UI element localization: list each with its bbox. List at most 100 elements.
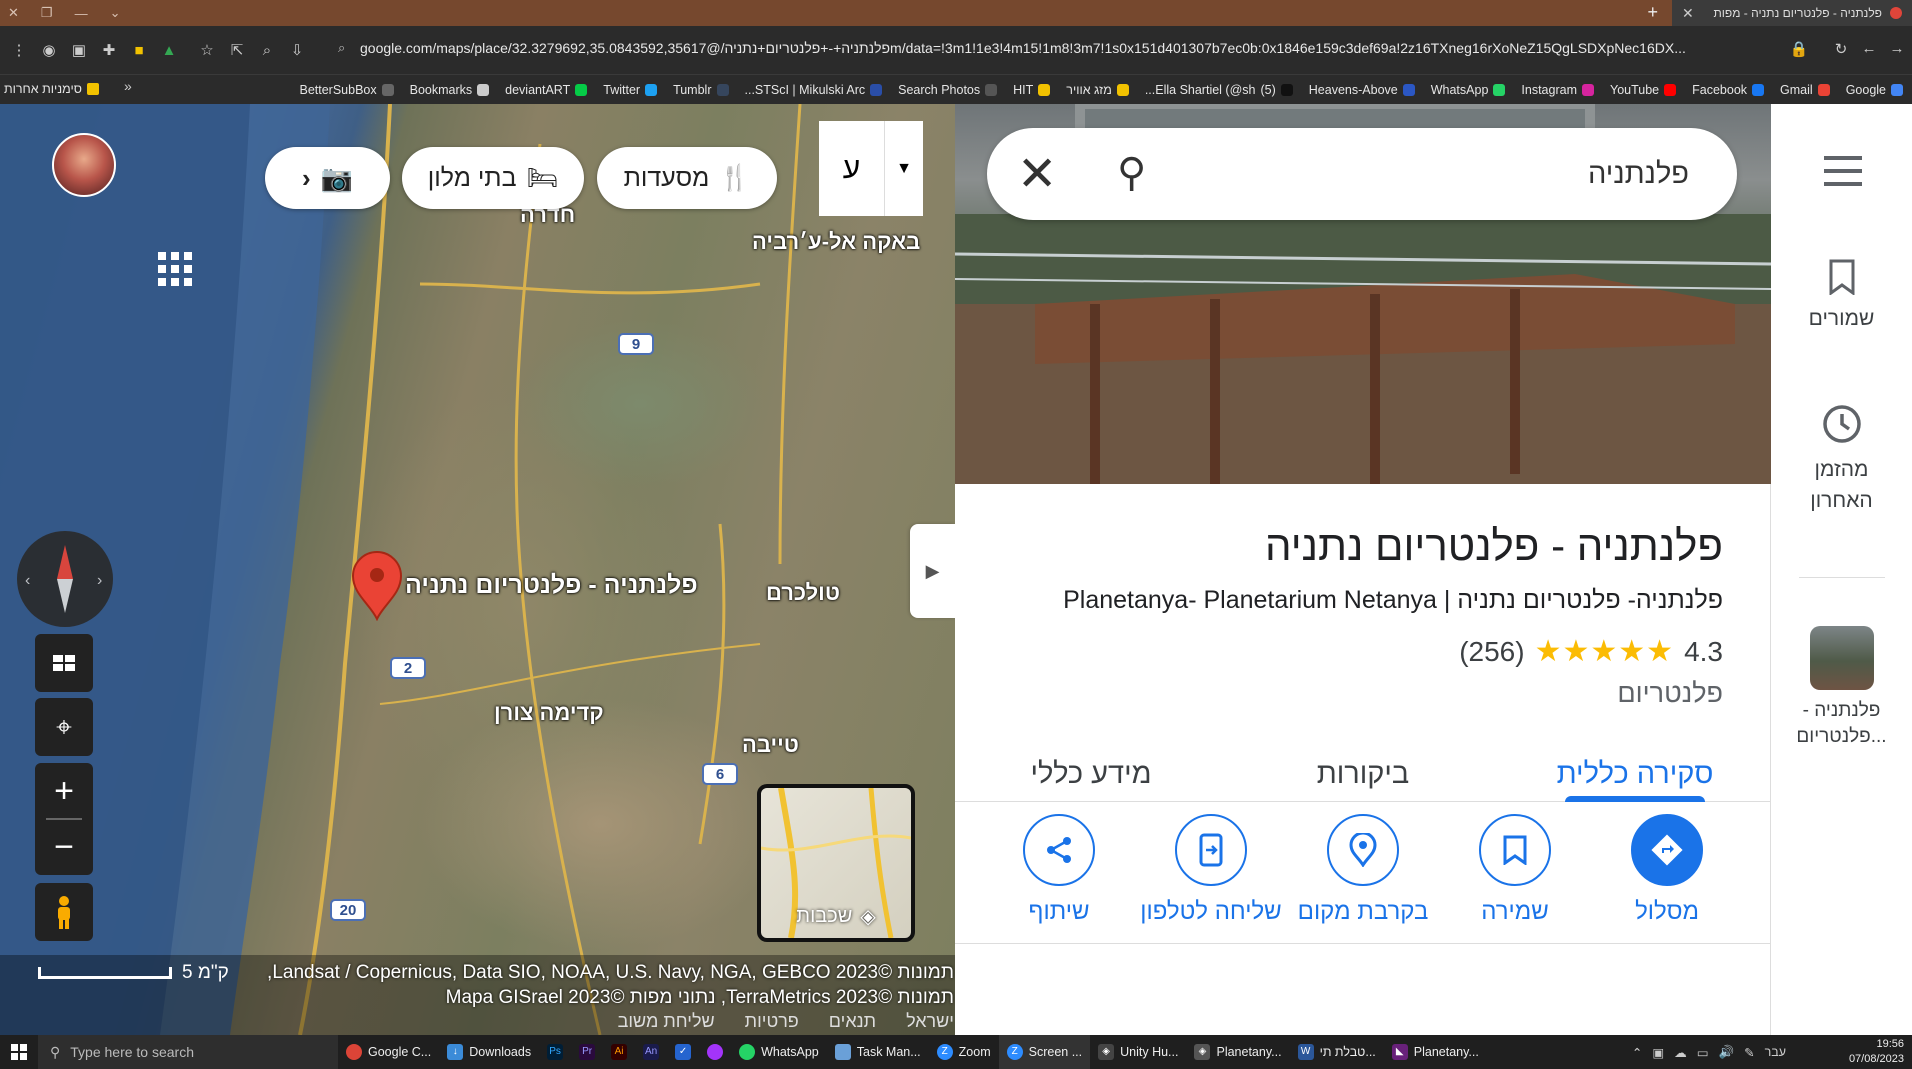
bookmark-item[interactable]: Facebook [1687,83,1769,97]
zoom-out-button[interactable]: − [54,820,74,874]
avatar[interactable] [52,133,116,197]
volume-icon[interactable]: 🔊 [1719,1045,1735,1060]
bookmark-item[interactable]: YouTube [1605,83,1681,97]
place-photo[interactable]: ✕ ⚲ [955,104,1771,484]
taskbar-zoom[interactable]: Z Zoom [929,1035,999,1069]
rail-recent-place[interactable]: פלנתניה - פלנטריום... [1771,626,1912,750]
country-link[interactable]: ישראל [906,1011,954,1032]
chip-restaurants[interactable]: 🍴 מסעדות [597,147,777,209]
rating-row[interactable]: 4.3 ★★★★★ (256) [1459,634,1723,669]
taskbar-zoom-screen[interactable]: Z Screen ... [998,1035,1091,1069]
more-bookmarks-icon[interactable]: » [124,78,132,94]
url-field[interactable]: google.com/maps/place/פלנתניה+-+פלנטריום… [360,40,1770,56]
clear-search-icon[interactable]: ✕ [1017,146,1057,202]
chevron-left-icon[interactable]: ‹ [302,163,311,194]
bookmark-item[interactable]: Google [1841,83,1908,97]
bookmark-item[interactable]: STScI | Mikulski Arc... [740,83,888,97]
tab-overview[interactable]: סקירה כללית [1499,734,1771,801]
tray-chevron-icon[interactable]: ⌃ [1632,1045,1642,1060]
onedrive-icon[interactable]: ☁ [1674,1045,1687,1060]
compass-icon[interactable]: ‹ › [17,531,113,627]
bookmark-item[interactable]: Instagram [1516,83,1599,97]
bookmark-item[interactable]: deviantART [500,83,592,97]
extension-yellow-icon[interactable]: ■ [124,42,154,59]
close-window-icon[interactable]: ✕ [8,5,19,21]
bookmark-item[interactable]: Tumblr [668,83,733,97]
puzzle-icon[interactable]: ✚ [94,41,124,59]
taskbar-downloads[interactable]: ↓ Downloads [439,1035,539,1069]
review-count[interactable]: (256) [1459,636,1524,668]
place-category[interactable]: פלנטריום [1617,678,1723,709]
share-icon[interactable]: ⇱ [222,41,252,59]
bookmark-item[interactable]: WhatsApp [1426,83,1511,97]
taskbar-word[interactable]: W טבלת תי... [1290,1035,1384,1069]
tab-about[interactable]: מידע כללי [955,734,1227,801]
menu-dots-icon[interactable]: ⋮ [4,41,34,59]
tray-app-icon[interactable]: ▣ [1652,1045,1664,1060]
taskbar-whatsapp[interactable]: WhatsApp [731,1035,827,1069]
restore-window-icon[interactable]: ❐ [41,5,53,21]
other-bookmarks[interactable]: סימניות אחרות [4,74,99,104]
taskbar-messenger[interactable] [699,1035,731,1069]
send-to-phone-button[interactable]: שליחה לטלפון [1140,814,1282,943]
layers-toggle[interactable]: ◈ שכבות [757,784,915,942]
taskbar-unity-project[interactable]: ◈ Planetany... [1186,1035,1289,1069]
install-icon[interactable]: ⇩ [282,41,312,59]
forward-icon[interactable]: → [1882,40,1912,57]
privacy-link[interactable]: פרטיות [745,1011,799,1032]
taskbar-photoshop[interactable]: Ps [539,1035,571,1069]
back-icon[interactable]: ← [1854,40,1884,57]
nearby-button[interactable]: בקרבת מקום [1293,814,1433,943]
taskbar-chrome[interactable]: Google C... [338,1035,439,1069]
my-location-button[interactable]: ⌖ [35,698,93,756]
network-icon[interactable]: ▭ [1697,1045,1709,1060]
bookmark-item[interactable]: Twitter [598,83,662,97]
taskbar-todo[interactable]: ✓ [667,1035,699,1069]
start-button[interactable] [0,1035,38,1069]
bookmark-item[interactable]: Bookmarks [405,83,495,97]
taskbar-premiere[interactable]: Pr [571,1035,603,1069]
taskbar-visual-studio[interactable]: ◣ Planetany... [1384,1035,1487,1069]
layers-grid-button[interactable] [35,634,93,692]
search-icon[interactable]: ⚲ [1117,150,1146,196]
apps-grid-icon[interactable] [158,252,192,286]
bookmark-item[interactable]: Gmail [1775,83,1835,97]
taskbar-task-manager[interactable]: Task Man... [827,1035,929,1069]
taskbar-animate[interactable]: An [635,1035,667,1069]
share-button[interactable]: שיתוף [989,814,1129,943]
bookmark-star-icon[interactable]: ☆ [192,41,222,59]
camera-icon[interactable]: 📷 [321,163,353,194]
bookmark-item[interactable]: Search Photos [893,83,1002,97]
dropdown-arrow-icon[interactable]: ▼ [885,121,923,216]
rail-recent[interactable]: מהזמן האחרון [1771,402,1912,516]
bookmark-item[interactable]: (5) Ella Shartiel (@sh... [1140,83,1298,97]
save-button[interactable]: שמירה [1445,814,1585,943]
drive-icon[interactable]: ▲ [154,42,184,59]
language-indicator[interactable]: עבר [1765,1045,1786,1059]
new-tab-button[interactable]: + [1647,2,1658,22]
system-tray[interactable]: ⌃ ▣ ☁ ▭ 🔊 ✎ עבר [1624,1035,1794,1069]
terms-link[interactable]: תנאים [829,1011,876,1032]
taskbar-unity-hub[interactable]: ◈ Unity Hu... [1090,1035,1186,1069]
scale-bar[interactable]: 5 ק"מ [38,962,229,984]
rail-saved[interactable]: שמורים [1771,259,1912,334]
chip-more[interactable]: ע ▼ [819,121,923,216]
reload-icon[interactable]: ↻ [1826,40,1856,58]
tab-reviews[interactable]: ביקורות [1227,734,1499,801]
chip-scroll-and-photos[interactable]: 📷 ‹ [265,147,390,209]
taskbar-clock[interactable]: 19:56 07/08/2023 [1849,1037,1904,1067]
extension-icon[interactable]: ◉ [34,41,64,59]
tab-list-icon[interactable]: ⌄ [110,5,121,21]
feedback-link[interactable]: שליחת משוב [618,1011,715,1032]
pegman-button[interactable] [35,883,93,941]
map-pin-icon[interactable] [350,549,404,621]
close-tab-icon[interactable]: ✕ [1682,5,1694,22]
taskbar-search[interactable]: ⚲ Type here to search [38,1035,338,1069]
hamburger-menu-icon[interactable] [1824,156,1862,186]
pen-icon[interactable]: ✎ [1744,1045,1754,1060]
bookmark-item[interactable]: Heavens-Above [1304,83,1420,97]
bookmark-folder[interactable]: מזג אוויר [1061,83,1134,97]
chip-hotels[interactable]: 🛏 בתי מלון [402,147,584,209]
tab-maps[interactable]: פלנתניה - פלנטריום נתניה - מפות ✕ [1672,0,1912,26]
directions-button[interactable]: מסלול [1597,814,1737,943]
